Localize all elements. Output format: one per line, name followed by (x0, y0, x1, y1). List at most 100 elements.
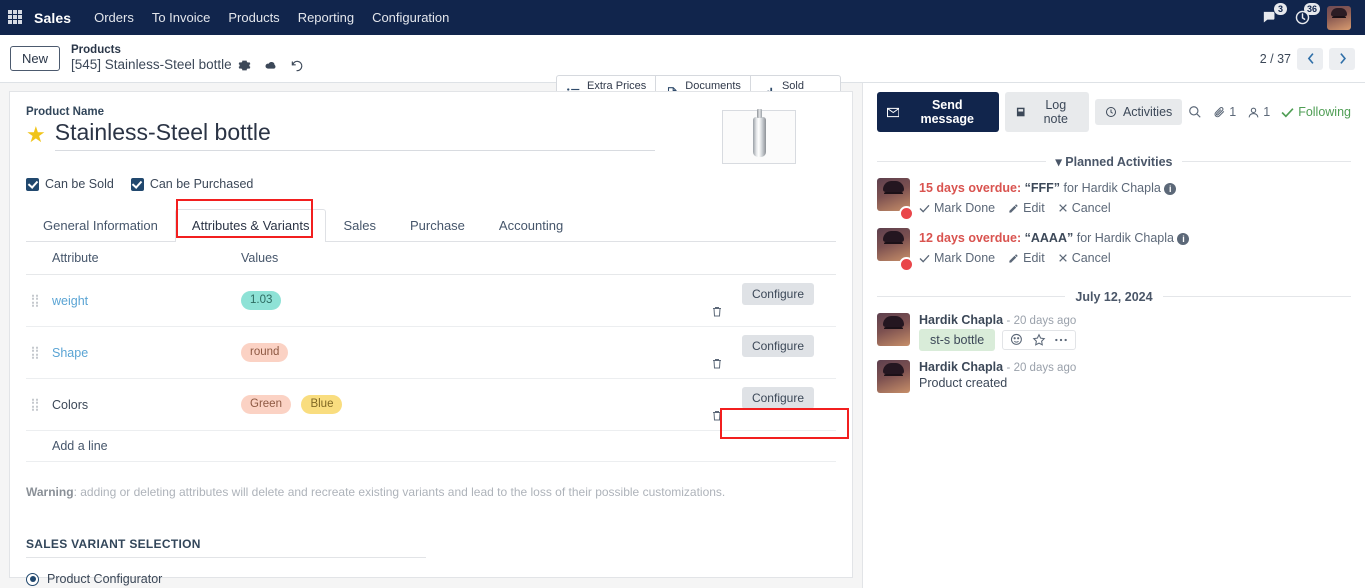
table-row[interactable]: weight 1.03 Configure (26, 274, 836, 327)
checkbox-checked-icon (26, 177, 39, 191)
nav-item-orders[interactable]: Orders (85, 4, 143, 31)
planned-activities-label: Planned Activities (1065, 155, 1173, 169)
gear-icon[interactable] (232, 59, 257, 72)
attribute-link-weight[interactable]: weight (52, 294, 88, 308)
product-header: Product Name ★ Stainless-Steel bottle (26, 106, 836, 164)
tab-accounting[interactable]: Accounting (482, 209, 580, 242)
attribute-label-colors[interactable]: Colors (52, 398, 88, 412)
product-name-input[interactable]: Stainless-Steel bottle (54, 119, 655, 151)
log-note-button[interactable]: Log note (1005, 92, 1089, 132)
send-message-button[interactable]: Send message (877, 92, 1000, 132)
message-author[interactable]: Hardik Chapla (919, 360, 1003, 374)
breadcrumb-parent-products[interactable]: Products (71, 43, 310, 57)
can-be-sold-checkbox[interactable]: Can be Sold (26, 177, 114, 191)
product-name-row: ★ Stainless-Steel bottle (26, 119, 722, 151)
search-messages-button[interactable] (1188, 105, 1202, 119)
tab-sales[interactable]: Sales (326, 209, 393, 242)
more-icon[interactable] (1054, 337, 1068, 343)
mark-done-label: Mark Done (934, 201, 996, 216)
mark-done-button[interactable]: Mark Done (919, 249, 995, 267)
edit-activity-button[interactable]: Edit (1008, 249, 1045, 267)
configure-button[interactable]: Configure (741, 335, 814, 357)
nav-item-reporting[interactable]: Reporting (289, 4, 363, 31)
drag-handle-icon[interactable] (32, 346, 38, 359)
tab-purchase[interactable]: Purchase (393, 209, 482, 242)
trash-icon[interactable] (711, 409, 824, 422)
pager-previous-button[interactable] (1297, 47, 1323, 70)
log-note-label: Log note (1043, 98, 1068, 126)
close-icon (1058, 254, 1067, 263)
drag-handle-icon[interactable] (32, 294, 38, 307)
values-cell-colors: Green Blue (241, 378, 711, 431)
navbar-right-tools: 3 36 (1261, 3, 1355, 30)
nav-item-configuration[interactable]: Configuration (363, 4, 458, 31)
undo-icon[interactable] (284, 59, 310, 73)
cloud-upload-icon[interactable] (257, 59, 284, 72)
table-row[interactable]: Colors Green Blue Configure (26, 378, 836, 431)
send-message-label: Send message (920, 98, 974, 126)
messages-button[interactable]: 3 (1261, 3, 1287, 26)
info-icon[interactable]: i (1177, 232, 1190, 245)
sales-variant-selection-title: SALES VARIANT SELECTION (26, 537, 426, 558)
cancel-activity-button[interactable]: Cancel (1058, 199, 1111, 217)
activities-button[interactable]: 36 (1294, 3, 1320, 26)
nav-item-to-invoice[interactable]: To Invoice (143, 4, 220, 31)
add-reaction-icon[interactable] (1010, 333, 1024, 347)
attribute-link-shape[interactable]: Shape (52, 346, 88, 360)
activity-summary-line: 15 days overdue: “FFF” for Hardik Chapla… (919, 179, 1177, 197)
edit-label: Edit (1023, 251, 1045, 266)
product-name-label: Product Name (26, 106, 104, 118)
product-image[interactable] (722, 109, 796, 164)
table-row[interactable]: Shape round Configure (26, 326, 836, 379)
trash-icon[interactable] (711, 357, 824, 370)
add-line-row[interactable]: Add a line (26, 430, 836, 462)
planned-activities-title[interactable]: ▾ Planned Activities (1056, 154, 1173, 169)
activity-avatar-wrap (877, 228, 914, 272)
activity-actions: Mark Done Edit Cancel (919, 249, 1189, 267)
pager-next-button[interactable] (1329, 47, 1355, 70)
close-icon (1058, 204, 1067, 212)
check-icon (919, 254, 930, 263)
product-form-sheet: Product Name ★ Stainless-Steel bottle Ca… (9, 91, 853, 586)
value-tag[interactable]: 1.03 (241, 290, 282, 311)
trash-icon[interactable] (711, 305, 824, 318)
add-a-line-link[interactable]: Add a line (52, 439, 108, 453)
paperclip-icon (1214, 106, 1225, 117)
configure-button[interactable]: Configure (741, 283, 814, 305)
avatar[interactable] (1327, 5, 1351, 30)
nav-item-products[interactable]: Products (219, 4, 288, 31)
can-be-purchased-checkbox[interactable]: Can be Purchased (130, 177, 254, 191)
value-tag[interactable]: round (241, 342, 289, 363)
star-icon[interactable]: ★ (26, 124, 46, 146)
following-toggle[interactable]: Following (1281, 105, 1351, 119)
can-be-purchased-label: Can be Purchased (149, 177, 254, 191)
tab-general-information[interactable]: General Information (26, 209, 175, 242)
drag-handle-icon[interactable] (32, 398, 38, 411)
column-header-actions (711, 242, 836, 275)
value-tag[interactable]: Blue (301, 394, 343, 415)
attachments-counter[interactable]: 1 (1213, 105, 1236, 119)
chevron-left-icon (1307, 53, 1314, 64)
message-author[interactable]: Hardik Chapla (919, 313, 1003, 327)
planned-activities-divider: ▾ Planned Activities (877, 154, 1351, 169)
tab-attributes-variants[interactable]: Attributes & Variants (174, 209, 327, 242)
new-button[interactable]: New (10, 46, 61, 71)
attributes-table-body: weight 1.03 Configure Shape round Config… (26, 274, 836, 462)
main-content: Product Name ★ Stainless-Steel bottle Ca… (0, 83, 1365, 588)
warning-prefix: Warning (26, 485, 74, 499)
value-tag[interactable]: Green (241, 394, 291, 415)
messages-badge: 3 (1274, 3, 1287, 15)
star-icon[interactable] (1032, 333, 1046, 347)
mark-done-button[interactable]: Mark Done (919, 199, 995, 217)
info-icon[interactable]: i (1164, 182, 1177, 195)
apps-grid-icon[interactable] (8, 9, 24, 26)
activities-schedule-button[interactable]: Activities (1094, 99, 1183, 125)
follower-count: 1 (1263, 105, 1271, 119)
edit-activity-button[interactable]: Edit (1008, 199, 1045, 217)
cancel-activity-button[interactable]: Cancel (1058, 249, 1111, 267)
configure-button[interactable]: Configure (741, 387, 814, 409)
followers-counter[interactable]: 1 (1247, 105, 1270, 119)
radio-product-configurator[interactable]: Product Configurator (26, 572, 836, 586)
app-brand-sales[interactable]: Sales (34, 10, 71, 26)
chatter-toolbar: Send message Log note Activities 1 1 Fol… (877, 92, 1351, 132)
